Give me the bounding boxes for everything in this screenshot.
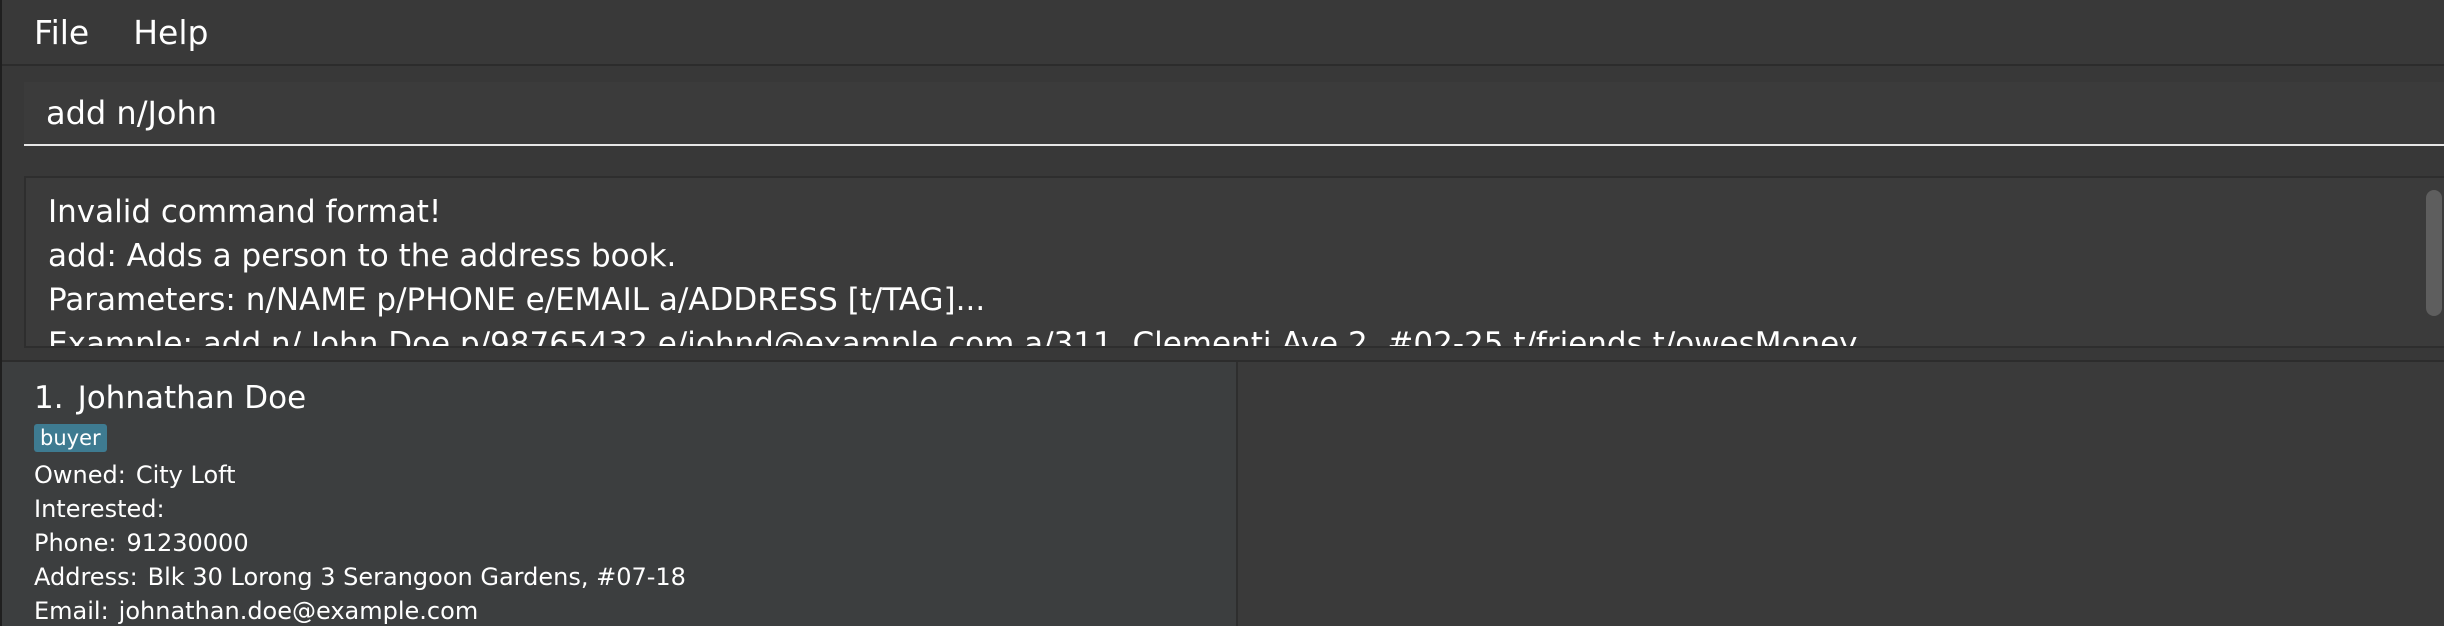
- owned-field: Owned: City Loft: [34, 458, 1216, 492]
- command-box-area: [2, 66, 2444, 172]
- menu-bar: File Help: [2, 0, 2444, 66]
- address-book-window: File Help Invalid command format! add: Ad…: [0, 0, 2444, 626]
- email-field: Email: johnathan.doe@example.com: [34, 594, 1216, 626]
- menu-file[interactable]: File: [34, 13, 89, 52]
- menu-help[interactable]: Help: [133, 13, 208, 52]
- result-display-area: Invalid command format! add: Adds a perso…: [2, 172, 2444, 362]
- person-index: 1.: [34, 380, 64, 416]
- person-list-panel: 1. Johnathan Doe buyer Owned: City Loft In…: [2, 362, 1238, 626]
- email-label: Email:: [34, 597, 109, 625]
- email-value: johnathan.doe@example.com: [118, 597, 479, 625]
- result-line: add: Adds a person to the address book.: [48, 238, 677, 274]
- owned-value: City Loft: [135, 461, 236, 489]
- person-card-header: 1. Johnathan Doe: [34, 376, 1216, 420]
- phone-field: Phone: 91230000: [34, 526, 1216, 560]
- result-display[interactable]: Invalid command format! add: Adds a perso…: [24, 176, 2444, 348]
- address-label: Address:: [34, 563, 138, 591]
- result-scrollbar[interactable]: [2422, 178, 2444, 346]
- result-scrollbar-thumb[interactable]: [2426, 190, 2442, 316]
- person-card[interactable]: 1. Johnathan Doe buyer Owned: City Loft In…: [34, 376, 1216, 626]
- result-line: Invalid command format!: [48, 194, 442, 230]
- result-line: Parameters: n/NAME p/PHONE e/EMAIL a/ADD…: [48, 282, 986, 318]
- command-input[interactable]: [24, 82, 2444, 146]
- phone-value: 91230000: [126, 529, 249, 557]
- owned-label: Owned:: [34, 461, 126, 489]
- address-value: Blk 30 Lorong 3 Serangoon Gardens, #07-1…: [147, 563, 686, 591]
- result-text: Invalid command format! add: Adds a perso…: [48, 190, 2404, 348]
- address-field: Address: Blk 30 Lorong 3 Serangoon Garden…: [34, 560, 1216, 594]
- person-tag: buyer: [34, 424, 107, 452]
- detail-panel: [1238, 362, 2444, 626]
- phone-label: Phone:: [34, 529, 117, 557]
- person-name: Johnathan Doe: [77, 380, 307, 416]
- interested-field: Interested:: [34, 492, 1216, 526]
- interested-label: Interested:: [34, 495, 165, 523]
- result-line: Example: add n/ John Doe p/98765432 e/jo…: [48, 326, 1858, 348]
